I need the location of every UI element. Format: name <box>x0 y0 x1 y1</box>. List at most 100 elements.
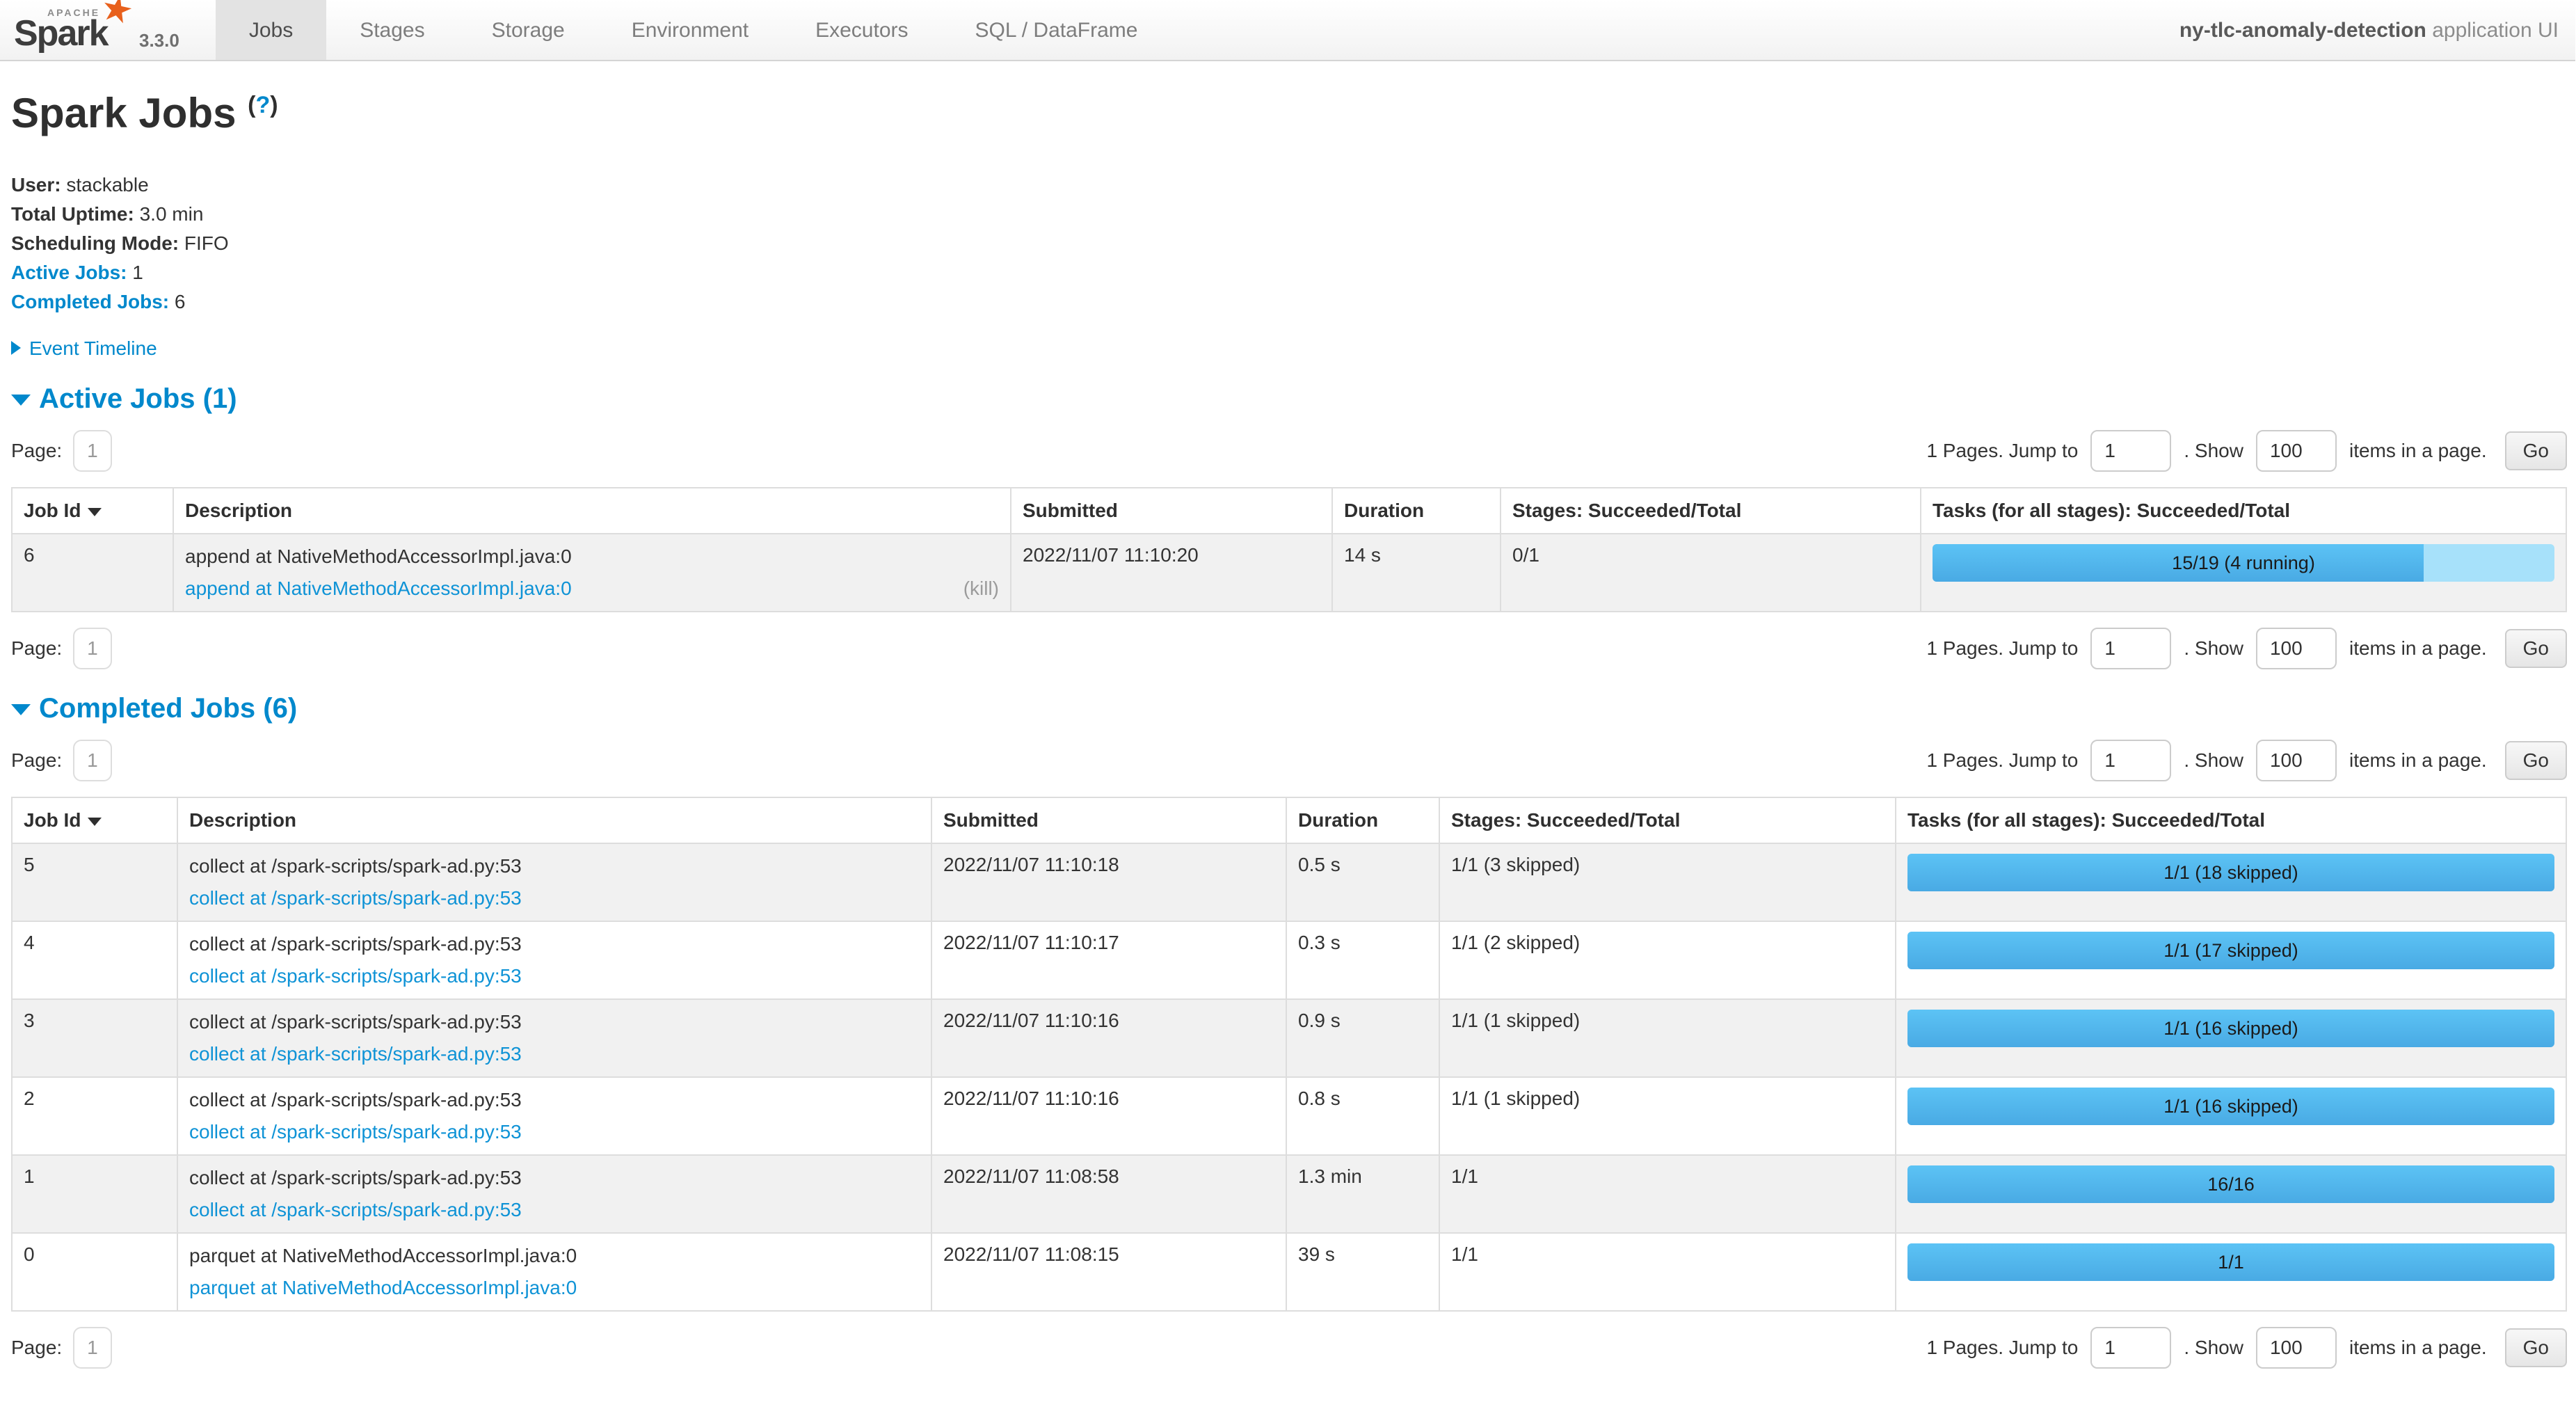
job-description-text: append at NativeMethodAccessorImpl.java:… <box>185 544 999 569</box>
jump-to-input[interactable] <box>2090 740 2171 781</box>
header-duration[interactable]: Duration <box>1286 797 1439 843</box>
spark-version: 3.3.0 <box>139 30 179 54</box>
job-description-cell: parquet at NativeMethodAccessorImpl.java… <box>177 1233 931 1311</box>
job-description-link[interactable]: collect at /spark-scripts/spark-ad.py:53 <box>189 886 522 911</box>
header-job-id[interactable]: Job Id <box>12 797 177 843</box>
page-label: Page: <box>11 637 62 660</box>
summary-active-jobs: Active Jobs: 1 <box>11 258 2567 287</box>
job-id-cell: 4 <box>12 921 177 999</box>
job-tasks-cell: 15/19 (4 running) <box>1921 534 2566 612</box>
header-tasks[interactable]: Tasks (for all stages): Succeeded/Total <box>1896 797 2566 843</box>
tasks-progress-bar: 1/1 <box>1907 1243 2554 1281</box>
header-duration[interactable]: Duration <box>1332 488 1501 534</box>
job-description-link[interactable]: collect at /spark-scripts/spark-ad.py:53 <box>189 1120 522 1145</box>
table-row: 1 collect at /spark-scripts/spark-ad.py:… <box>12 1155 2566 1233</box>
show-input[interactable] <box>2256 430 2337 472</box>
job-submitted-cell: 2022/11/07 11:10:16 <box>931 999 1286 1077</box>
help-link[interactable]: (?) <box>248 92 278 118</box>
job-tasks-cell: 1/1 (16 skipped) <box>1896 1077 2566 1155</box>
tasks-progress-bar: 16/16 <box>1907 1165 2554 1203</box>
job-id-cell: 6 <box>12 534 173 612</box>
nav-tabs: Jobs Stages Storage Environment Executor… <box>216 0 1171 60</box>
progress-label: 1/1 (16 skipped) <box>1907 1088 2554 1125</box>
page-number-box[interactable]: 1 <box>73 1327 112 1369</box>
job-description-link[interactable]: collect at /spark-scripts/spark-ad.py:53 <box>189 1042 522 1067</box>
job-submitted-cell: 2022/11/07 11:10:17 <box>931 921 1286 999</box>
jump-to-input[interactable] <box>2090 430 2171 472</box>
section-active-jobs-toggle[interactable]: Active Jobs (1) <box>11 383 2567 415</box>
items-text: items in a page. <box>2349 1337 2487 1359</box>
go-button[interactable]: Go <box>2505 1328 2567 1367</box>
progress-label: 15/19 (4 running) <box>1933 544 2554 582</box>
go-button[interactable]: Go <box>2505 741 2567 780</box>
active-jobs-link[interactable]: Active Jobs: <box>11 262 127 283</box>
nav-tab-environment[interactable]: Environment <box>598 0 782 60</box>
header-stages[interactable]: Stages: Succeeded/Total <box>1501 488 1921 534</box>
completed-jobs-pager-bottom: Page: 1 1 Pages. Jump to . Show items in… <box>11 1327 2567 1369</box>
active-jobs-pager-top: Page: 1 1 Pages. Jump to . Show items in… <box>11 430 2567 472</box>
header-description[interactable]: Description <box>173 488 1011 534</box>
show-input[interactable] <box>2256 740 2337 781</box>
page-label: Page: <box>11 749 62 772</box>
show-input[interactable] <box>2256 628 2337 669</box>
summary-scheduling-mode: Scheduling Mode: FIFO <box>11 229 2567 258</box>
job-stages-cell: 1/1 (1 skipped) <box>1439 1077 1896 1155</box>
table-row: 6 append at NativeMethodAccessorImpl.jav… <box>12 534 2566 612</box>
job-submitted-cell: 2022/11/07 11:08:58 <box>931 1155 1286 1233</box>
completed-jobs-link[interactable]: Completed Jobs: <box>11 291 169 312</box>
table-row: 4 collect at /spark-scripts/spark-ad.py:… <box>12 921 2566 999</box>
go-button[interactable]: Go <box>2505 431 2567 470</box>
nav-tab-jobs[interactable]: Jobs <box>216 0 326 60</box>
table-row: 3 collect at /spark-scripts/spark-ad.py:… <box>12 999 2566 1077</box>
job-id-cell: 2 <box>12 1077 177 1155</box>
header-stages[interactable]: Stages: Succeeded/Total <box>1439 797 1896 843</box>
page-number-box[interactable]: 1 <box>73 430 112 472</box>
nav-tab-storage[interactable]: Storage <box>458 0 598 60</box>
job-description-link[interactable]: append at NativeMethodAccessorImpl.java:… <box>185 576 572 601</box>
header-description[interactable]: Description <box>177 797 931 843</box>
summary-user: User: stackable <box>11 170 2567 200</box>
active-jobs-pager-bottom: Page: 1 1 Pages. Jump to . Show items in… <box>11 628 2567 669</box>
active-jobs-table: Job Id Description Submitted Duration St… <box>11 487 2567 612</box>
header-submitted[interactable]: Submitted <box>1011 488 1332 534</box>
job-stages-cell: 0/1 <box>1501 534 1921 612</box>
nav-tab-sql-dataframe[interactable]: SQL / DataFrame <box>942 0 1171 60</box>
go-button[interactable]: Go <box>2505 629 2567 668</box>
summary-completed-jobs: Completed Jobs: 6 <box>11 287 2567 317</box>
page-number-box[interactable]: 1 <box>73 628 112 669</box>
spark-logo[interactable]: APACHE ★ Spark <box>14 1 122 54</box>
page-title: Spark Jobs (?) <box>11 89 2567 137</box>
completed-jobs-table: Job Id Description Submitted Duration St… <box>11 797 2567 1312</box>
navbar: APACHE ★ Spark 3.3.0 Jobs Stages Storage… <box>0 0 2575 61</box>
tasks-progress-bar: 1/1 (18 skipped) <box>1907 854 2554 891</box>
job-description-link[interactable]: parquet at NativeMethodAccessorImpl.java… <box>189 1275 577 1300</box>
jump-to-input[interactable] <box>2090 628 2171 669</box>
job-tasks-cell: 1/1 (16 skipped) <box>1896 999 2566 1077</box>
kill-link[interactable]: (kill) <box>963 576 999 601</box>
job-tasks-cell: 1/1 (17 skipped) <box>1896 921 2566 999</box>
show-text: . Show <box>2184 637 2243 660</box>
job-stages-cell: 1/1 (2 skipped) <box>1439 921 1896 999</box>
nav-tab-executors[interactable]: Executors <box>782 0 941 60</box>
event-timeline-toggle[interactable]: Event Timeline <box>11 337 2567 360</box>
job-description-link[interactable]: collect at /spark-scripts/spark-ad.py:53 <box>189 964 522 989</box>
page-number-box[interactable]: 1 <box>73 740 112 781</box>
sort-desc-icon <box>88 818 102 826</box>
table-row: 2 collect at /spark-scripts/spark-ad.py:… <box>12 1077 2566 1155</box>
job-description-cell: collect at /spark-scripts/spark-ad.py:53… <box>177 1077 931 1155</box>
question-mark-icon[interactable]: ? <box>255 92 270 118</box>
jump-to-input[interactable] <box>2090 1327 2171 1369</box>
nav-tab-stages[interactable]: Stages <box>326 0 458 60</box>
job-description-link[interactable]: collect at /spark-scripts/spark-ad.py:53 <box>189 1197 522 1223</box>
show-input[interactable] <box>2256 1327 2337 1369</box>
section-completed-jobs-toggle[interactable]: Completed Jobs (6) <box>11 693 2567 724</box>
completed-jobs-pager-top: Page: 1 1 Pages. Jump to . Show items in… <box>11 740 2567 781</box>
header-job-id[interactable]: Job Id <box>12 488 173 534</box>
header-tasks[interactable]: Tasks (for all stages): Succeeded/Total <box>1921 488 2566 534</box>
header-submitted[interactable]: Submitted <box>931 797 1286 843</box>
job-duration-cell: 0.3 s <box>1286 921 1439 999</box>
job-description-text: collect at /spark-scripts/spark-ad.py:53 <box>189 854 920 879</box>
caret-right-icon <box>11 341 21 355</box>
job-tasks-cell: 1/1 (18 skipped) <box>1896 843 2566 921</box>
caret-down-icon <box>11 395 31 406</box>
